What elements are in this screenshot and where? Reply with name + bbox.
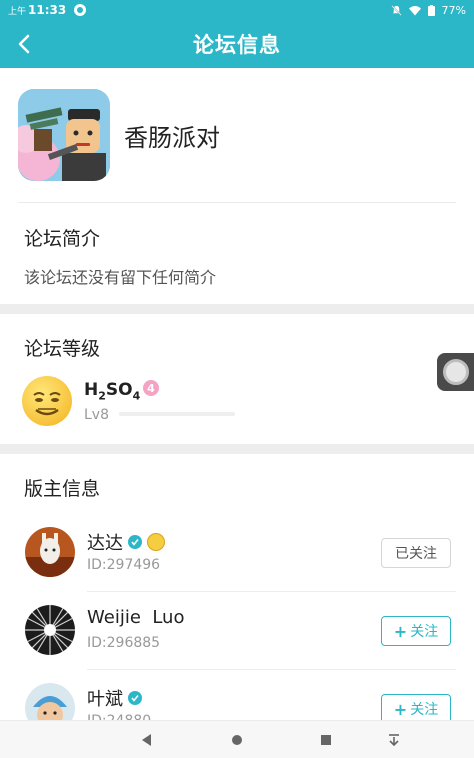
section-separator [0,304,474,314]
nav-dropdown-icon[interactable] [385,731,403,749]
forum-game-icon [18,89,110,181]
verified-icon [128,691,142,705]
mute-icon [390,4,402,16]
nav-back-icon[interactable] [138,731,156,749]
assistive-touch-button[interactable] [437,353,474,391]
intro-title: 论坛简介 [24,228,101,250]
nav-recents-icon[interactable] [317,731,335,749]
moderator-name: 达达 [87,529,165,555]
assistive-ring-icon [442,359,469,385]
system-nav-bar [0,720,474,758]
level-title: 论坛等级 [24,338,101,360]
moderator-id: ID:296885 [87,635,161,651]
status-icons: 77% [390,3,466,17]
moderator-name: Weijie Luo [87,607,185,628]
notification-icon [74,4,87,16]
moderator-row[interactable]: 达达 ID:297496 已关注 [0,514,474,592]
forum-header: 香肠派对 [0,68,474,202]
level-badge: 4 [143,380,159,396]
plus-icon: + [393,621,408,641]
back-arrow-icon[interactable] [12,32,36,56]
avatar[interactable] [25,527,75,577]
moderators-title: 版主信息 [24,478,101,500]
page-title: 论坛信息 [193,33,281,57]
app-bar: 论坛信息 [0,20,474,68]
moderator-row[interactable]: Weijie Luo ID:296885 + 关注 [0,592,474,670]
level-name: H2SO4 [84,380,141,403]
divider [18,202,456,203]
section-separator [0,444,474,454]
verified-icon [128,535,142,549]
intro-text: 该论坛还没有留下任何简介 [24,268,217,287]
followed-button[interactable]: 已关注 [381,538,451,568]
status-time: 11:33 [28,3,67,17]
avatar[interactable] [25,605,75,655]
follow-button[interactable]: + 关注 [381,616,451,646]
moderator-id: ID:297496 [87,557,161,573]
plus-icon: + [393,699,408,719]
moderator-name: 叶斌 [87,685,142,711]
level-emoji-icon [22,376,72,426]
battery-level: 77% [441,3,466,17]
level-progress-bar [119,412,235,416]
level-lv: Lv8 [84,407,109,423]
status-bar: 上午 11:33 77% [0,0,474,20]
battery-icon [427,4,435,16]
forum-name: 香肠派对 [124,123,220,152]
time-prefix: 上午 [8,6,27,17]
badge-emoji-icon [147,533,165,551]
wifi-icon [408,5,421,15]
nav-home-icon[interactable] [228,731,246,749]
